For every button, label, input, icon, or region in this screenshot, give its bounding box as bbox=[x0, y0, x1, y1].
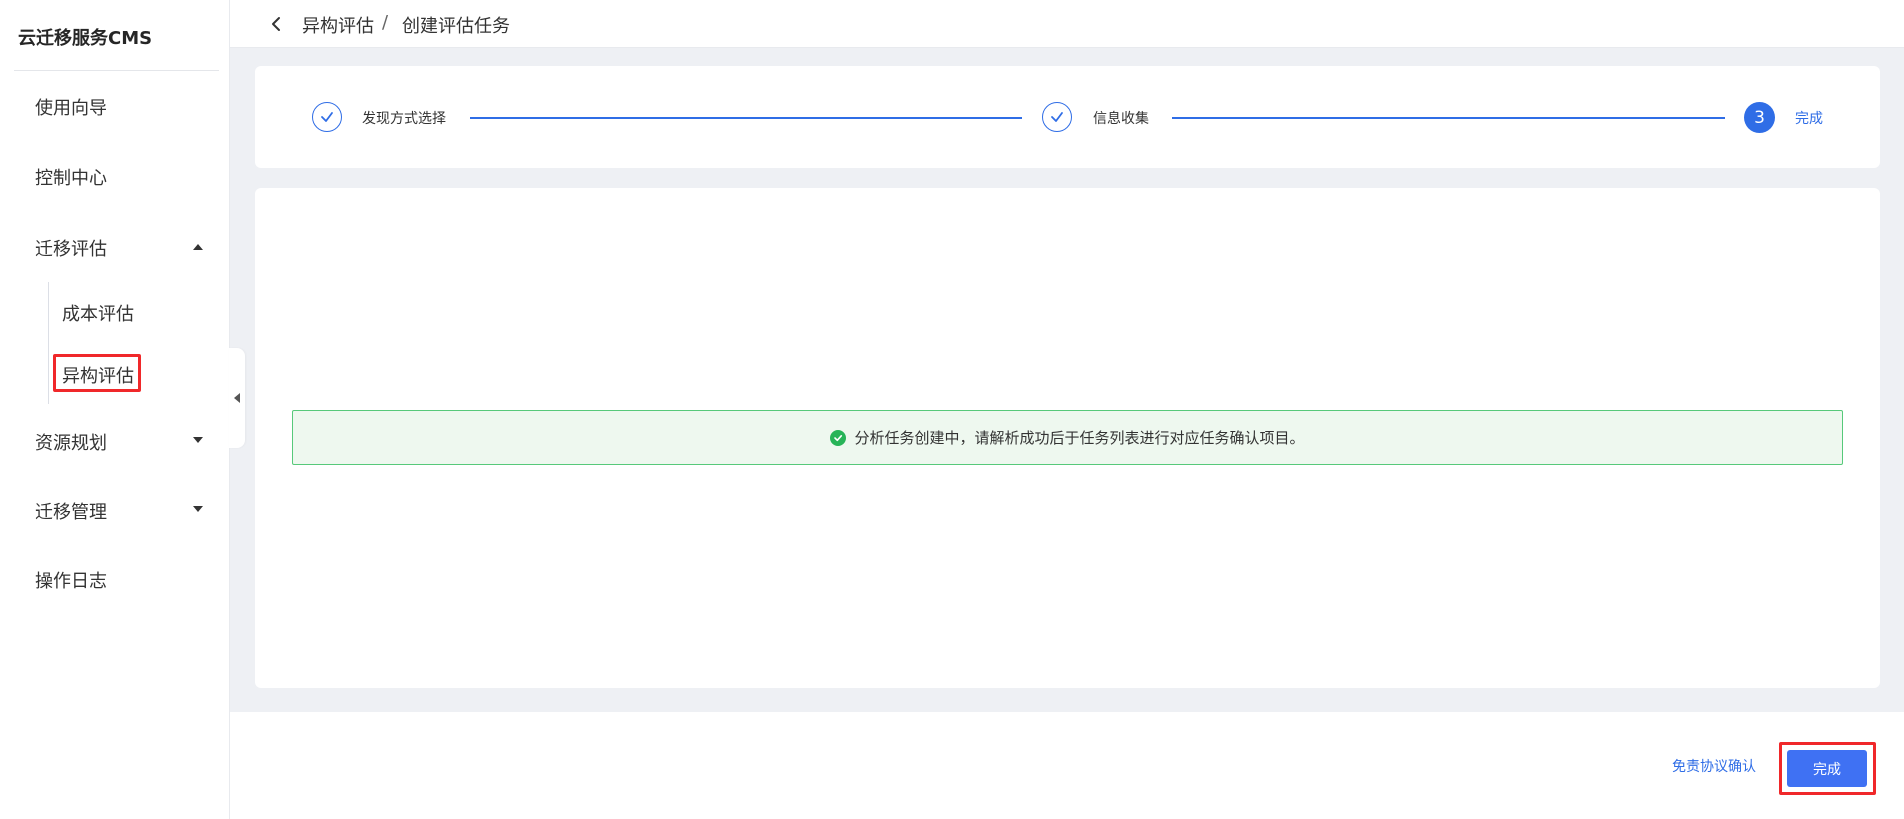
step-1-label: 发现方式选择 bbox=[362, 111, 446, 127]
breadcrumb-parent[interactable]: 异构评估 bbox=[302, 12, 374, 38]
sidebar-item-migration-assessment[interactable]: 迁移评估 bbox=[35, 235, 107, 261]
brand-title: 云迁移服务CMS bbox=[18, 28, 153, 49]
app-root: 云迁移服务CMS 使用向导 控制中心 迁移评估 成本评估 异构评估 资源规划 迁… bbox=[0, 0, 1904, 819]
step-connector bbox=[1172, 117, 1725, 119]
step-1-check bbox=[312, 102, 342, 132]
sidebar-item-resource-planning[interactable]: 资源规划 bbox=[35, 429, 107, 455]
sidebar-item-guide[interactable]: 使用向导 bbox=[35, 94, 107, 120]
sidebar: 云迁移服务CMS 使用向导 控制中心 迁移评估 成本评估 异构评估 资源规划 迁… bbox=[0, 0, 230, 819]
step-connector bbox=[470, 117, 1022, 119]
check-icon bbox=[321, 112, 333, 122]
check-icon bbox=[1051, 112, 1063, 122]
sidebar-item-migration-management[interactable]: 迁移管理 bbox=[35, 498, 107, 524]
caret-down-icon[interactable] bbox=[193, 506, 203, 512]
step-3-label: 完成 bbox=[1795, 111, 1823, 127]
step-3-number: 3 bbox=[1744, 102, 1775, 133]
sidebar-collapse-handle[interactable] bbox=[229, 348, 245, 448]
finish-button-highlight bbox=[1779, 742, 1876, 795]
sidebar-subitem-cost-assessment[interactable]: 成本评估 bbox=[62, 300, 134, 326]
main-content-card: 分析任务创建中，请解析成功后于任务列表进行对应任务确认项目。 bbox=[255, 188, 1880, 688]
step-2-label: 信息收集 bbox=[1093, 111, 1149, 127]
sidebar-item-control-center[interactable]: 控制中心 bbox=[35, 164, 107, 190]
sidebar-divider bbox=[14, 70, 219, 71]
page-header: 异构评估 / 创建评估任务 bbox=[230, 0, 1904, 48]
breadcrumb-current: 创建评估任务 bbox=[402, 16, 510, 37]
disclaimer-confirm-link[interactable]: 免责协议确认 bbox=[1672, 756, 1756, 776]
submenu-guide-line bbox=[48, 282, 49, 404]
step-2-check bbox=[1042, 102, 1072, 132]
success-notice: 分析任务创建中，请解析成功后于任务列表进行对应任务确认项目。 bbox=[292, 410, 1843, 465]
caret-up-icon[interactable] bbox=[193, 244, 203, 250]
caret-down-icon[interactable] bbox=[193, 437, 203, 443]
notice-text: 分析任务创建中，请解析成功后于任务列表进行对应任务确认项目。 bbox=[854, 429, 1305, 447]
breadcrumb-separator: / bbox=[382, 12, 389, 33]
steps-card: 发现方式选择 信息收集 3 完成 bbox=[255, 66, 1880, 168]
footer-bar: 免责协议确认 完成 bbox=[230, 712, 1904, 819]
active-item-highlight bbox=[53, 354, 141, 392]
back-arrow-icon[interactable] bbox=[266, 14, 286, 34]
success-check-icon bbox=[830, 429, 847, 446]
collapse-left-icon bbox=[234, 393, 240, 403]
sidebar-item-operation-log[interactable]: 操作日志 bbox=[35, 567, 107, 593]
